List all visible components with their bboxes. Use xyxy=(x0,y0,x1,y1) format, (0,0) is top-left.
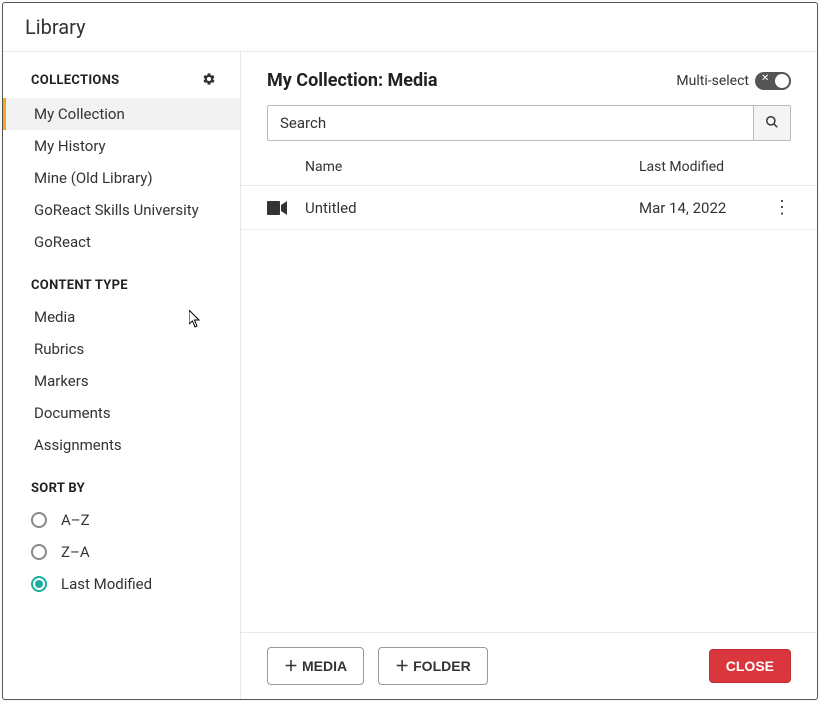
sidebar-item-goreact-skills-university[interactable]: GoReact Skills University xyxy=(3,194,240,226)
multi-select-control: Multi-select ✕ xyxy=(676,72,791,90)
main-panel: My Collection: Media Multi-select ✕ Sear… xyxy=(241,52,817,699)
sidebar-item-label: Assignments xyxy=(34,436,122,454)
main-header: My Collection: Media Multi-select ✕ xyxy=(241,52,817,105)
sidebar-item-goreact[interactable]: GoReact xyxy=(3,226,240,258)
sort-by-heading-row: SORT BY xyxy=(3,481,240,504)
search-icon xyxy=(765,116,779,132)
sidebar-item-label: My Collection xyxy=(34,105,125,123)
sort-by-section: SORT BY A–Z Z–A Last Modified xyxy=(3,481,240,600)
add-folder-button[interactable]: ＋ FOLDER xyxy=(378,647,488,685)
sidebar-item-my-collection[interactable]: My Collection xyxy=(3,98,240,130)
kebab-icon: ⋮ xyxy=(773,197,791,217)
sort-by-heading: SORT BY xyxy=(31,481,85,496)
sort-option-label: Z–A xyxy=(61,543,90,561)
sidebar-item-label: Mine (Old Library) xyxy=(34,169,153,187)
collections-settings-button[interactable] xyxy=(200,70,218,90)
sidebar-item-label: Media xyxy=(34,308,75,326)
plus-icon: ＋ xyxy=(395,656,409,676)
sidebar-item-label: GoReact xyxy=(34,233,91,251)
add-media-button[interactable]: ＋ MEDIA xyxy=(267,647,364,685)
item-name: Untitled xyxy=(305,199,639,217)
content-type-markers[interactable]: Markers xyxy=(3,365,240,397)
main-title: My Collection: Media xyxy=(267,70,438,91)
col-actions-spacer xyxy=(769,159,791,175)
content-type-rubrics[interactable]: Rubrics xyxy=(3,333,240,365)
content-type-heading: CONTENT TYPE xyxy=(31,278,128,293)
library-dialog: Library COLLECTIONS My Collection My His… xyxy=(2,2,818,700)
sort-az[interactable]: A–Z xyxy=(3,504,240,536)
content-type-media[interactable]: Media xyxy=(3,301,240,333)
radio-icon xyxy=(31,512,47,528)
search-row: Search xyxy=(241,105,817,147)
dialog-body: COLLECTIONS My Collection My History Min… xyxy=(3,52,817,699)
radio-icon xyxy=(31,544,47,560)
add-folder-label: FOLDER xyxy=(413,658,471,674)
content-type-assignments[interactable]: Assignments xyxy=(3,429,240,461)
sort-option-label: A–Z xyxy=(61,511,90,529)
toggle-knob xyxy=(775,74,789,88)
search-button[interactable] xyxy=(753,105,791,141)
row-actions-button[interactable]: ⋮ xyxy=(773,198,791,216)
plus-icon: ＋ xyxy=(284,656,298,676)
footer: ＋ MEDIA ＋ FOLDER CLOSE xyxy=(241,632,817,699)
col-icon-spacer xyxy=(267,159,305,175)
dialog-title: Library xyxy=(25,15,795,39)
content-type-documents[interactable]: Documents xyxy=(3,397,240,429)
footer-left: ＋ MEDIA ＋ FOLDER xyxy=(267,647,488,685)
search-label: Search xyxy=(267,105,338,141)
item-date: Mar 14, 2022 xyxy=(639,199,769,217)
sort-option-label: Last Modified xyxy=(61,575,152,593)
dialog-header: Library xyxy=(3,3,817,52)
sidebar-item-label: Rubrics xyxy=(34,340,84,358)
collections-heading: COLLECTIONS xyxy=(31,73,119,88)
gear-icon xyxy=(202,73,216,89)
collections-heading-row: COLLECTIONS xyxy=(3,70,240,98)
sort-last-modified[interactable]: Last Modified xyxy=(3,568,240,600)
col-date-header[interactable]: Last Modified xyxy=(639,159,769,175)
col-name-header[interactable]: Name xyxy=(305,159,639,175)
list-header: Name Last Modified xyxy=(241,147,817,186)
add-media-label: MEDIA xyxy=(302,658,347,674)
close-label: CLOSE xyxy=(726,658,774,674)
toggle-off-icon: ✕ xyxy=(761,73,769,84)
sidebar-item-label: Documents xyxy=(34,404,111,422)
multi-select-toggle[interactable]: ✕ xyxy=(755,72,791,90)
sidebar: COLLECTIONS My Collection My History Min… xyxy=(3,52,241,699)
sidebar-item-my-history[interactable]: My History xyxy=(3,130,240,162)
list-row[interactable]: Untitled Mar 14, 2022 ⋮ xyxy=(241,186,817,230)
collections-section: COLLECTIONS My Collection My History Min… xyxy=(3,70,240,258)
sort-za[interactable]: Z–A xyxy=(3,536,240,568)
search-input[interactable] xyxy=(338,105,753,141)
sidebar-item-label: Markers xyxy=(34,372,89,390)
content-type-heading-row: CONTENT TYPE xyxy=(3,278,240,301)
radio-icon xyxy=(31,576,47,592)
list-area: Name Last Modified Untitled Mar 14, 2022… xyxy=(241,147,817,632)
close-button[interactable]: CLOSE xyxy=(709,649,791,683)
sidebar-item-label: My History xyxy=(34,137,106,155)
sidebar-item-mine-old-library[interactable]: Mine (Old Library) xyxy=(3,162,240,194)
sidebar-item-label: GoReact Skills University xyxy=(34,201,199,219)
content-type-section: CONTENT TYPE Media Rubrics Markers Docum… xyxy=(3,278,240,461)
multi-select-label: Multi-select xyxy=(676,73,749,89)
video-icon xyxy=(267,201,305,215)
